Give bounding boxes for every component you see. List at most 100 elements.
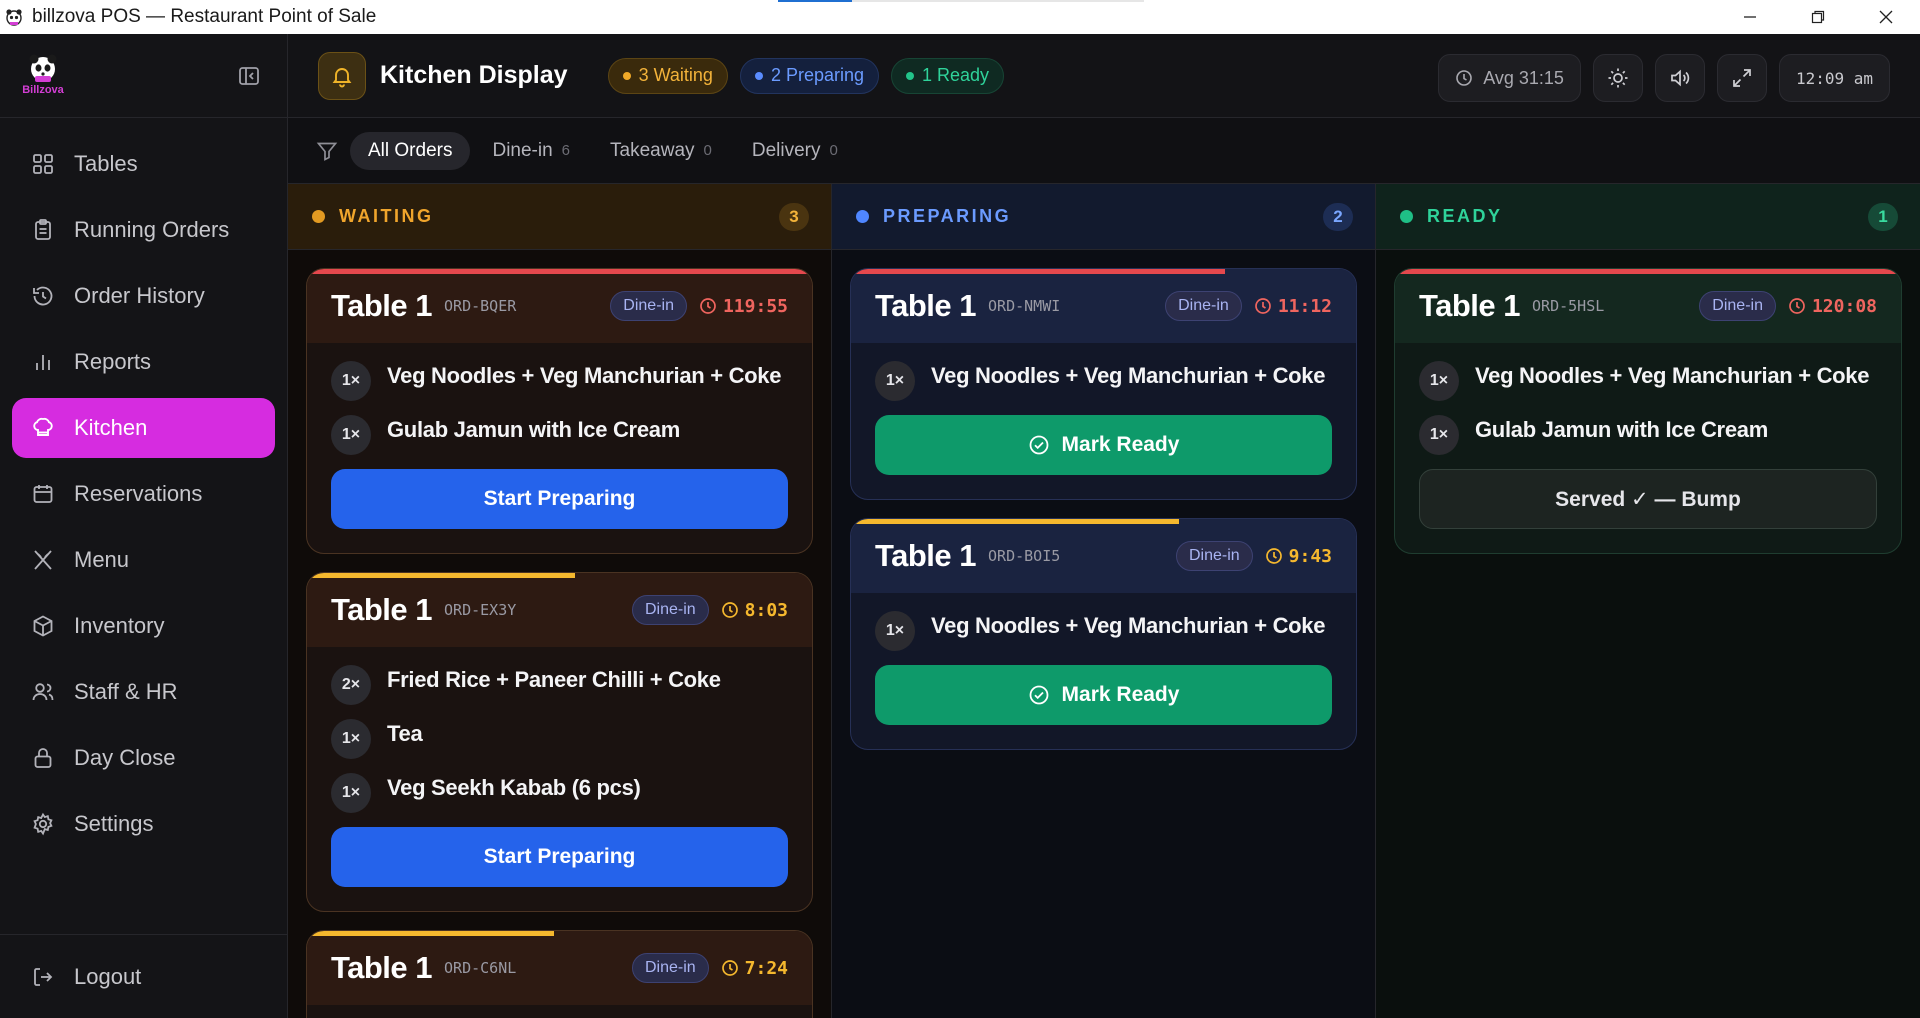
start-preparing-button[interactable]: Start Preparing	[331, 469, 788, 529]
order-type-badge: Dine-in	[1699, 291, 1776, 321]
mark-ready-label: Mark Ready	[1061, 433, 1180, 456]
served-bump-label: Served ✓ — Bump	[1555, 487, 1741, 511]
order-card: Table 1 ORD-NMWI Dine-in 11:12 1× Veg Noo…	[850, 268, 1357, 500]
sidebar-item-reports[interactable]: Reports	[12, 332, 275, 392]
logout-button[interactable]: Logout	[12, 947, 276, 1007]
order-timer-value: 120:08	[1811, 295, 1877, 317]
filter-tab-label: All Orders	[368, 139, 453, 161]
sidebar-item-inventory[interactable]: Inventory	[12, 596, 275, 656]
logout-label: Logout	[74, 964, 142, 989]
sidebar-item-staff-hr[interactable]: Staff & HR	[12, 662, 275, 722]
item-quantity: 2×	[331, 665, 371, 705]
column-title: WAITING	[339, 206, 434, 226]
order-timer: 119:55	[699, 296, 788, 317]
item-name: Veg Noodles + Veg Manchurian + Coke	[387, 363, 782, 388]
order-timer-value: 11:12	[1277, 295, 1332, 317]
mark-ready-button[interactable]: Mark Ready	[875, 665, 1332, 725]
waiting-cards: Table 1 ORD-BQER Dine-in 119:55 1× Veg No…	[288, 250, 831, 1018]
sound-toggle-button[interactable]	[1654, 54, 1705, 102]
served-bump-button[interactable]: Served ✓ — Bump	[1419, 469, 1877, 529]
waiting-count-pill: 3 Waiting	[607, 57, 728, 94]
filter-tab-count: 0	[703, 142, 712, 159]
close-icon[interactable]	[1852, 0, 1920, 34]
sidebar-item-kitchen[interactable]: Kitchen	[12, 398, 275, 458]
timer-progress-fill	[851, 269, 1225, 274]
collapse-sidebar-icon[interactable]	[237, 64, 261, 88]
notification-bell-button[interactable]	[318, 51, 366, 100]
brand-logo-text: Billzova	[22, 83, 64, 96]
ready-column: READY 1 Table 1 ORD-5HSL Dine-in 120:08 …	[1376, 184, 1920, 1018]
filter-tab-delivery[interactable]: Delivery 0	[734, 132, 856, 170]
timer-progress-track	[851, 519, 1356, 524]
clock-icon	[1254, 297, 1272, 315]
item-name: Veg Seekh Kabab (6 pcs)	[387, 775, 641, 800]
order-timer-value: 9:43	[1288, 545, 1332, 567]
sun-icon	[1607, 67, 1629, 89]
preparing-pill-label: 2 Preparing	[770, 65, 864, 85]
sidebar-item-running-orders[interactable]: Running Orders	[12, 200, 275, 260]
timer-progress-track	[851, 269, 1356, 274]
order-id: ORD-NMWI	[988, 297, 1061, 315]
mark-ready-button[interactable]: Mark Ready	[875, 415, 1332, 475]
sidebar-item-menu[interactable]: Menu	[12, 530, 275, 590]
page-title: Kitchen Display	[380, 61, 568, 89]
order-card: Table 1 ORD-C6NL Dine-in 7:24	[306, 930, 813, 1018]
filter-tab-takeaway[interactable]: Takeaway 0	[592, 132, 730, 170]
fullscreen-button[interactable]	[1716, 54, 1767, 102]
order-item: 1× Veg Noodles + Veg Manchurian + Coke	[875, 611, 1332, 651]
ready-pill-label: 1 Ready	[922, 65, 990, 85]
order-item: 1× Veg Seekh Kabab (6 pcs)	[331, 773, 788, 813]
theme-toggle-button[interactable]	[1592, 54, 1643, 102]
preparing-column-header: PREPARING 2	[832, 184, 1375, 250]
order-card-header: Table 1 ORD-C6NL Dine-in 7:24	[307, 931, 812, 1005]
order-timer-value: 8:03	[744, 599, 788, 621]
timer-progress-fill	[307, 931, 555, 936]
filter-tab-all-orders[interactable]: All Orders	[350, 131, 471, 170]
restore-icon[interactable]	[1784, 0, 1852, 34]
ready-status-dot	[1400, 210, 1413, 223]
filter-tab-label: Dine-in	[492, 139, 553, 161]
clock-icon	[721, 601, 739, 619]
start-preparing-button[interactable]: Start Preparing	[331, 827, 788, 887]
order-item: 1× Veg Noodles + Veg Manchurian + Coke	[875, 361, 1332, 401]
filter-tab-count: 6	[561, 142, 571, 159]
sidebar-item-day-close[interactable]: Day Close	[12, 728, 275, 788]
order-card-header: Table 1 ORD-BQER Dine-in 119:55	[307, 269, 812, 343]
calendar-icon	[30, 481, 56, 507]
order-item: 1× Gulab Jamun with Ice Cream	[1419, 415, 1877, 455]
utensils-icon	[30, 547, 56, 573]
window-accent-line	[778, 0, 852, 2]
item-name: Veg Noodles + Veg Manchurian + Coke	[931, 363, 1326, 388]
filter-icon	[316, 140, 338, 162]
sidebar-item-tables[interactable]: Tables	[12, 134, 275, 194]
waiting-pill-label: 3 Waiting	[638, 65, 713, 85]
sidebar-item-order-history[interactable]: Order History	[12, 266, 275, 326]
order-type-badge: Dine-in	[610, 291, 687, 321]
item-name: Tea	[387, 721, 423, 746]
minimize-icon[interactable]	[1716, 0, 1784, 34]
order-type-badge: Dine-in	[631, 953, 709, 983]
average-time-badge: Avg 31:15	[1438, 54, 1581, 102]
sidebar-item-reservations[interactable]: Reservations	[12, 464, 275, 524]
clock-icon	[721, 959, 739, 977]
order-card-header: Table 1 ORD-5HSL Dine-in 120:08	[1395, 269, 1901, 343]
item-name: Veg Noodles + Veg Manchurian + Coke	[1475, 363, 1870, 388]
order-card: Table 1 ORD-EX3Y Dine-in 8:03 2× Fried Ri…	[306, 572, 813, 912]
timer-progress-fill	[307, 573, 575, 578]
item-quantity: 1×	[331, 415, 371, 455]
sidebar-item-label: Day Close	[74, 745, 176, 770]
sidebar-item-settings[interactable]: Settings	[12, 794, 275, 854]
page-header: Kitchen Display 3 Waiting 2 Preparing 1 …	[288, 34, 1920, 118]
brand-logo[interactable]: Billzova	[18, 53, 68, 99]
filter-tab-dine-in[interactable]: Dine-in 6	[474, 132, 588, 170]
logout-icon	[30, 964, 56, 990]
table-name: Table 1	[331, 592, 433, 627]
grid-icon	[30, 151, 56, 177]
order-items: 1× Veg Noodles + Veg Manchurian + Coke 1×…	[1395, 343, 1901, 455]
app-panda-icon	[2, 5, 26, 29]
order-items: 1× Veg Noodles + Veg Manchurian + Coke 1×…	[307, 343, 812, 455]
sidebar-item-label: Kitchen	[74, 415, 148, 440]
waiting-column: WAITING 3 Table 1 ORD-BQER Dine-in 119:5…	[288, 184, 832, 1018]
order-timer-value: 119:55	[722, 295, 788, 317]
order-id: ORD-EX3Y	[444, 601, 517, 619]
